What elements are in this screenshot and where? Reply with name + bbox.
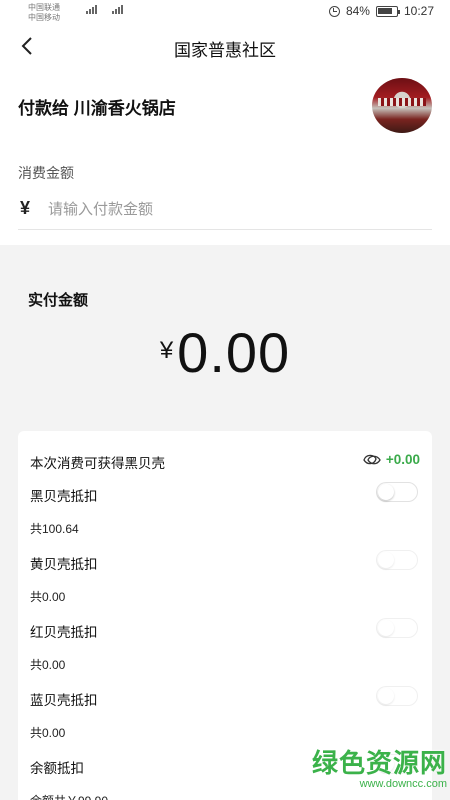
amount-input[interactable]: [48, 196, 428, 222]
deduction-label-blue: 蓝贝壳抵扣: [30, 693, 98, 708]
deduction-label-balance: 余额抵扣: [30, 761, 84, 776]
clock: 10:27: [403, 4, 434, 18]
deduction-label-black: 黑贝壳抵扣: [30, 489, 98, 504]
deduction-label-yellow: 黄贝壳抵扣: [30, 557, 98, 572]
toggle-yellow-shell[interactable]: [376, 550, 418, 570]
carrier-2-label: 中国移动: [28, 13, 60, 22]
page-title: 国家普惠社区: [174, 41, 276, 60]
carrier-1-label: 中国联通: [28, 3, 60, 12]
actual-amount: ¥0.00: [0, 320, 450, 385]
deduction-total-black: 共100.64: [30, 522, 79, 536]
watermark: 绿色资源网 www.downcc.com: [312, 743, 447, 790]
deduction-total-balance: 余额共￥99.90: [30, 792, 108, 800]
divider: [18, 229, 432, 230]
status-right: 84% 10:27: [328, 4, 434, 18]
payee-name: 付款给 川渝香火锅店: [18, 99, 176, 118]
battery-icon: [375, 5, 400, 17]
toggle-black-shell[interactable]: [376, 482, 418, 502]
nav-bar: 国家普惠社区: [0, 24, 450, 68]
alarm-icon: [328, 5, 340, 17]
shell-icon: [363, 454, 381, 464]
payee-header: 付款给 川渝香火锅店: [0, 78, 450, 134]
signal-2-icon: [112, 5, 123, 14]
merchant-avatar: [372, 78, 432, 133]
actual-amount-value: 0.00: [177, 321, 291, 384]
deduction-total-red: 共0.00: [30, 658, 66, 672]
signal-1-icon: [86, 5, 97, 14]
toggle-blue-shell[interactable]: [376, 686, 418, 706]
watermark-logo: 绿色资源网: [312, 748, 448, 778]
yen-icon: ¥: [20, 198, 31, 218]
toggle-red-shell[interactable]: [376, 618, 418, 638]
gain-value: +0.00: [385, 452, 420, 467]
status-bar: 中国联通 中国移动 84% 10:27: [0, 0, 450, 24]
gain-label: 本次消费可获得黑贝壳: [30, 456, 165, 471]
gain-value-wrap: +0.00: [362, 452, 420, 467]
actual-currency-symbol: ¥: [159, 337, 174, 364]
battery-percent: 84%: [345, 4, 370, 18]
deduction-label-red: 红贝壳抵扣: [30, 625, 98, 640]
amount-label: 消费金额: [18, 165, 74, 181]
actual-amount-label: 实付金额: [28, 292, 89, 309]
deduction-total-yellow: 共0.00: [30, 590, 66, 604]
deduction-total-blue: 共0.00: [30, 726, 66, 740]
